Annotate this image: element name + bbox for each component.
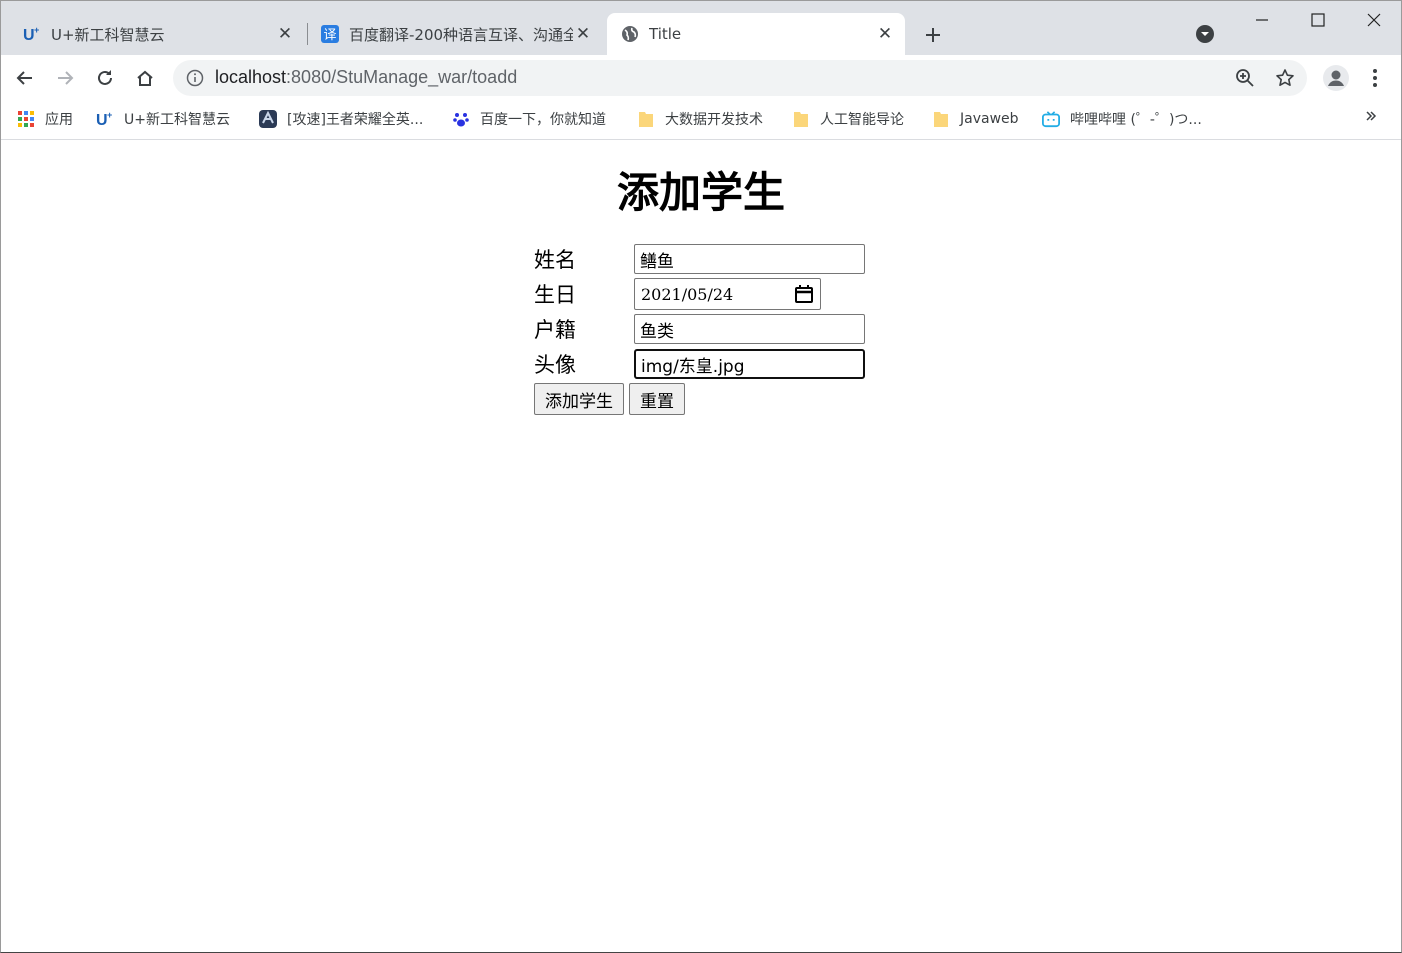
svg-text:译: 译 bbox=[323, 28, 336, 43]
double-chevron-right-icon bbox=[1366, 111, 1377, 121]
close-icon[interactable]: ✕ bbox=[875, 24, 895, 44]
url-text[interactable]: localhost:8080/StuManage_war/toadd bbox=[215, 67, 517, 88]
bookmark-label: 大数据开发技术 bbox=[665, 112, 763, 128]
globe-icon bbox=[621, 25, 639, 43]
name-input[interactable] bbox=[634, 244, 865, 274]
folder-icon bbox=[792, 110, 810, 128]
folder-icon bbox=[932, 110, 950, 128]
bookmark-uplus[interactable]: U + U+新工科智慧云 bbox=[96, 109, 230, 129]
bilibili-icon bbox=[1042, 110, 1060, 128]
home-icon bbox=[137, 70, 153, 86]
minimize-button[interactable] bbox=[1237, 5, 1287, 35]
svg-text:+: + bbox=[107, 110, 112, 120]
bookmarks-bar: 应用 U + U+新工科智慧云 [攻速]王者荣耀全英... 百度一下，你就知道 大… bbox=[1, 101, 1401, 140]
u-plus-icon: U + bbox=[96, 110, 114, 128]
svg-text:U: U bbox=[96, 112, 108, 128]
svg-text:+: + bbox=[34, 25, 39, 35]
tab-baidu-translate[interactable]: 译 百度翻译-200种语言互译、沟通全世界！ ✕ bbox=[309, 13, 601, 55]
new-tab-button[interactable] bbox=[919, 21, 947, 49]
bookmark-folder-bigdata[interactable]: 大数据开发技术 bbox=[637, 109, 763, 129]
tab-strip: U+ U+新工科智慧云 ✕ 译 百度翻译-200种语言互译、沟通全世界！ ✕ T… bbox=[1, 1, 1401, 55]
browser-toolbar: localhost:8080/StuManage_war/toadd bbox=[1, 55, 1401, 101]
window-close-button[interactable] bbox=[1349, 5, 1399, 35]
tab-title: U+新工科智慧云 bbox=[51, 25, 165, 44]
arrow-right-icon bbox=[58, 71, 74, 85]
birthday-label: 生日 bbox=[534, 283, 576, 307]
maximize-icon bbox=[1311, 13, 1325, 27]
reload-icon bbox=[98, 70, 112, 85]
profile-avatar[interactable] bbox=[1323, 65, 1349, 91]
apps-grid-icon bbox=[17, 110, 35, 128]
minimize-icon bbox=[1256, 19, 1268, 21]
form-actions: 添加学生 重置 bbox=[534, 383, 690, 415]
svg-text:U: U bbox=[23, 27, 35, 43]
baidu-paw-icon bbox=[452, 110, 470, 128]
close-icon bbox=[1367, 13, 1381, 27]
url-path: :8080/StuManage_war/toadd bbox=[286, 67, 518, 87]
tab-title: Title bbox=[649, 25, 682, 43]
u-plus-icon: U + bbox=[23, 25, 41, 43]
form-row-birthday: 生日 2021/05/24 bbox=[534, 278, 821, 310]
bookmark-label: 百度一下，你就知道 bbox=[480, 112, 606, 128]
tab-uplus[interactable]: U + U+新工科智慧云 ✕ bbox=[11, 13, 303, 55]
calendar-icon[interactable] bbox=[794, 284, 814, 304]
folder-icon bbox=[637, 110, 655, 128]
bookmark-folder-javaweb[interactable]: Javaweb bbox=[932, 109, 1019, 129]
tab-title: 百度翻译-200种语言互译、沟通全世界！ bbox=[349, 25, 573, 44]
form-row-hometown: 户籍 bbox=[534, 313, 865, 345]
add-student-button[interactable]: 添加学生 bbox=[534, 383, 624, 415]
back-button[interactable] bbox=[11, 64, 39, 92]
more-vert-icon[interactable] bbox=[1365, 67, 1385, 89]
bookmark-label: 哔哩哔哩 (゜-゜)つ... bbox=[1070, 112, 1202, 128]
plus-icon bbox=[926, 28, 940, 42]
tab-title-active[interactable]: Title ✕ bbox=[607, 13, 905, 55]
baidu-translate-icon: 译 bbox=[321, 25, 339, 43]
form-row-name: 姓名 bbox=[534, 243, 865, 275]
info-icon[interactable] bbox=[186, 69, 204, 87]
chevron-down-icon bbox=[1196, 25, 1214, 43]
reset-button[interactable]: 重置 bbox=[629, 383, 685, 415]
address-bar[interactable]: localhost:8080/StuManage_war/toadd bbox=[173, 60, 1307, 96]
page-title: 添加学生 bbox=[616, 168, 785, 217]
bookmark-wzry[interactable]: [攻速]王者荣耀全英... bbox=[259, 109, 423, 129]
bookmark-label: Javaweb bbox=[960, 111, 1019, 127]
person-icon bbox=[1328, 70, 1344, 86]
birthday-value: 2021/05/24 bbox=[641, 284, 734, 304]
zoom-icon[interactable] bbox=[1235, 68, 1255, 88]
avatar-path-input[interactable] bbox=[634, 349, 865, 379]
birthday-date-input[interactable]: 2021/05/24 bbox=[634, 278, 821, 310]
bookmark-folder-ai[interactable]: 人工智能导论 bbox=[792, 109, 904, 129]
bookmark-baidu[interactable]: 百度一下，你就知道 bbox=[452, 109, 606, 129]
bookmarks-overflow-button[interactable] bbox=[1365, 107, 1377, 126]
star-icon[interactable] bbox=[1275, 68, 1295, 88]
game-icon bbox=[259, 110, 277, 128]
hometown-label: 户籍 bbox=[534, 318, 576, 342]
url-host: localhost bbox=[215, 67, 287, 87]
forward-button[interactable] bbox=[51, 64, 79, 92]
close-icon[interactable]: ✕ bbox=[275, 24, 295, 44]
home-button[interactable] bbox=[131, 64, 159, 92]
hometown-input[interactable] bbox=[634, 314, 865, 344]
tab-search-button[interactable] bbox=[1194, 23, 1216, 45]
page-content: 添加学生 姓名 生日 2021/05/24 户籍 头像 添加学生 重置 bbox=[1, 141, 1401, 952]
arrow-left-icon bbox=[16, 71, 32, 85]
maximize-button[interactable] bbox=[1293, 5, 1343, 35]
bookmark-bilibili[interactable]: 哔哩哔哩 (゜-゜)つ... bbox=[1042, 109, 1202, 129]
bookmark-label: U+新工科智慧云 bbox=[124, 112, 230, 128]
bookmark-label: [攻速]王者荣耀全英... bbox=[287, 112, 424, 128]
bookmark-label: 应用 bbox=[45, 112, 73, 128]
bookmark-label: 人工智能导论 bbox=[820, 112, 904, 128]
form-row-avatar: 头像 bbox=[534, 348, 865, 380]
bookmark-apps[interactable]: 应用 bbox=[17, 109, 73, 129]
close-icon[interactable]: ✕ bbox=[573, 24, 593, 44]
name-label: 姓名 bbox=[534, 248, 576, 272]
tab-separator bbox=[307, 23, 308, 45]
reload-button[interactable] bbox=[91, 64, 119, 92]
avatar-label: 头像 bbox=[534, 353, 576, 377]
